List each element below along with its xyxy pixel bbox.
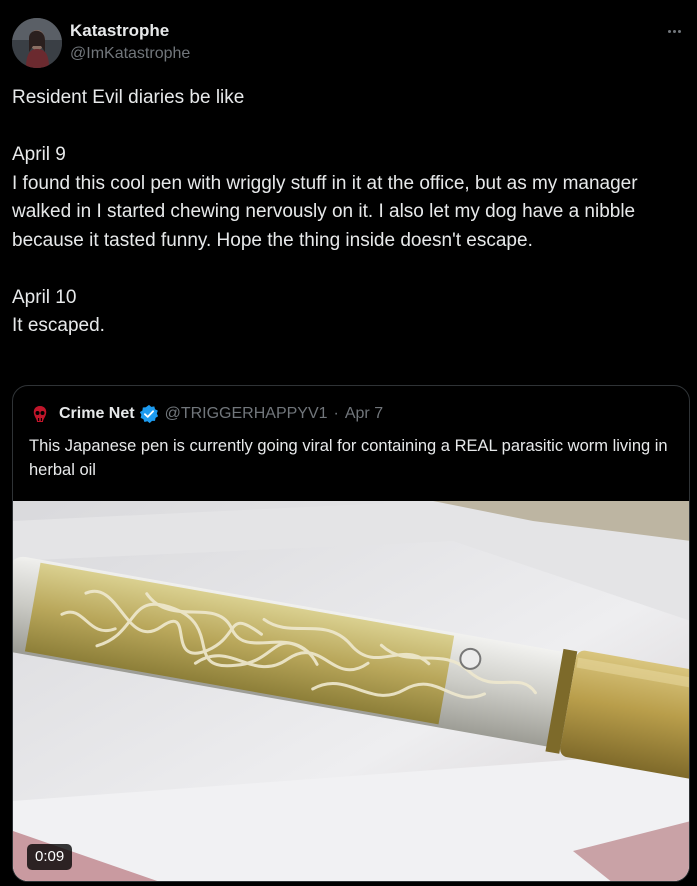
crime-net-logo-icon[interactable] bbox=[29, 403, 51, 425]
avatar[interactable] bbox=[12, 18, 62, 68]
tweet-text: Resident Evil diaries be like April 9 I … bbox=[12, 87, 638, 336]
quoted-display-name[interactable]: Crime Net bbox=[59, 405, 135, 423]
video-player[interactable]: 0:09 bbox=[13, 501, 689, 881]
dot-separator: · bbox=[333, 405, 339, 422]
quoted-tweet[interactable]: Crime Net @TRIGGERHAPPYV1 · Apr 7 This J… bbox=[12, 385, 690, 882]
quoted-handle[interactable]: @TRIGGERHAPPYV1 bbox=[165, 405, 328, 423]
author-display-name[interactable]: Katastrophe bbox=[70, 20, 190, 42]
more-horizontal-icon[interactable] bbox=[663, 20, 685, 42]
verified-badge-icon bbox=[139, 404, 158, 424]
quoted-date[interactable]: Apr 7 bbox=[345, 405, 383, 423]
tweet[interactable]: Katastrophe @ImKatastrophe Resident Evil… bbox=[0, 0, 697, 886]
quoted-tweet-header: Crime Net @TRIGGERHAPPYV1 · Apr 7 bbox=[29, 402, 383, 426]
tweet-header: Katastrophe @ImKatastrophe bbox=[12, 16, 685, 70]
author-handle[interactable]: @ImKatastrophe bbox=[70, 43, 190, 65]
video-duration: 0:09 bbox=[27, 844, 73, 870]
quoted-tweet-text: This Japanese pen is currently going vir… bbox=[29, 437, 668, 479]
pen-video-thumbnail bbox=[13, 501, 689, 881]
